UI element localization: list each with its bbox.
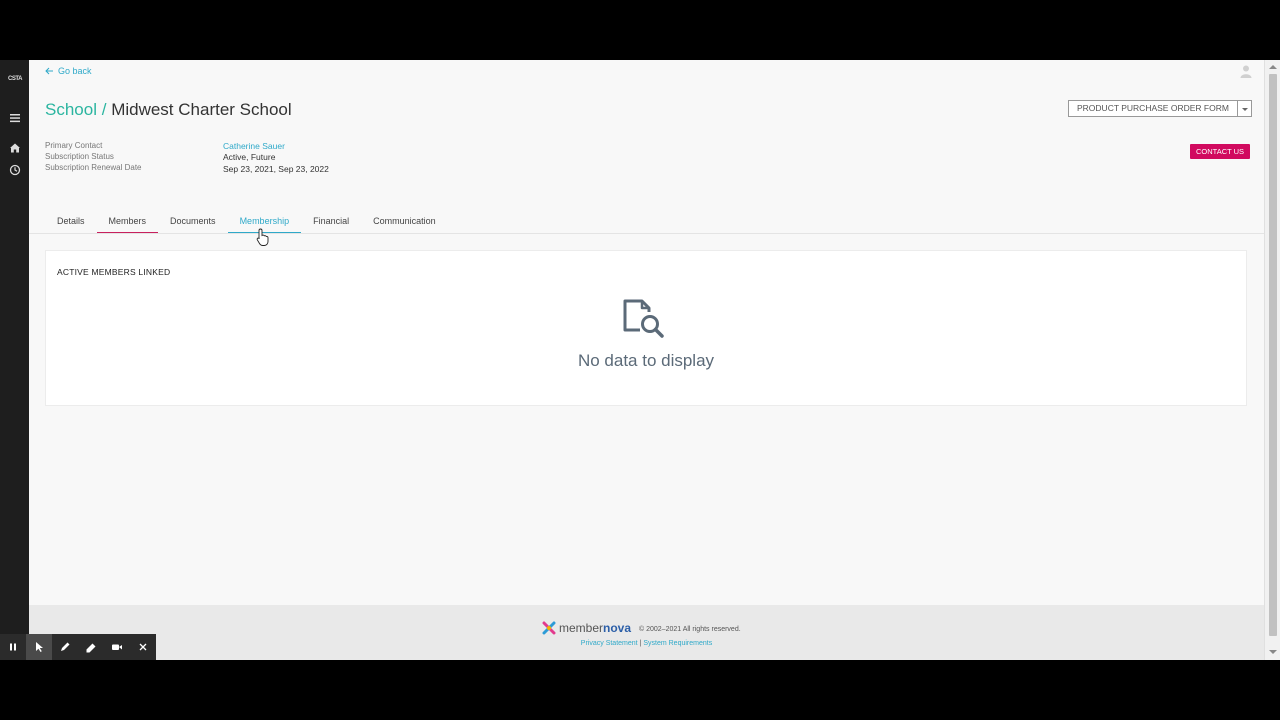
pointer-tool-button[interactable] [26, 634, 52, 660]
tab-bar: Details Members Documents Membership Fin… [45, 210, 448, 234]
left-rail: CSTA [0, 60, 29, 660]
order-form-split-button: PRODUCT PURCHASE ORDER FORM [1068, 100, 1252, 117]
scroll-thumb[interactable] [1269, 74, 1277, 636]
membernova-mark-icon [542, 621, 556, 635]
subscription-status-value: Active, Future [223, 152, 276, 162]
primary-contact-label: Primary Contact [45, 141, 103, 150]
breadcrumb-school[interactable]: School [45, 100, 97, 119]
subscription-status-label: Subscription Status [45, 152, 114, 161]
go-back-link[interactable]: Go back [45, 66, 92, 76]
tab-financial[interactable]: Financial [301, 210, 361, 234]
main-content: Go back School / Midwest Charter School … [29, 60, 1264, 660]
eraser-tool-button[interactable] [78, 634, 104, 660]
close-icon [139, 643, 147, 651]
tab-details[interactable]: Details [45, 210, 97, 234]
empty-state-message: No data to display [577, 351, 715, 370]
go-back-label: Go back [58, 66, 92, 76]
active-members-panel: ACTIVE MEMBERS LINKED No data to display [45, 250, 1247, 406]
clock-icon[interactable] [8, 163, 22, 177]
home-icon[interactable] [8, 141, 22, 155]
breadcrumb-separator: / [101, 100, 107, 119]
system-requirements-link[interactable]: System Requirements [643, 640, 712, 647]
footer-link-separator: | [639, 640, 642, 647]
footer-links: Privacy Statement | System Requirements [29, 640, 1264, 647]
chevron-down-icon[interactable] [1237, 100, 1252, 117]
webcam-button[interactable] [104, 634, 130, 660]
copyright-text: © 2002–2021 All rights reserved. [639, 626, 741, 633]
pointer-icon [36, 642, 43, 652]
scroll-up-arrow-icon[interactable] [1269, 65, 1277, 69]
pen-tool-button[interactable] [52, 634, 78, 660]
vertical-scrollbar[interactable] [1264, 60, 1280, 660]
tab-members[interactable]: Members [96, 210, 159, 234]
product-purchase-order-form-button[interactable]: PRODUCT PURCHASE ORDER FORM [1068, 100, 1238, 117]
brand-suffix: nova [603, 621, 632, 635]
rail-logo[interactable]: CSTA [6, 75, 24, 83]
brand-prefix: member [559, 621, 604, 635]
panel-title: ACTIVE MEMBERS LINKED [57, 267, 171, 277]
renewal-date-value: Sep 23, 2021, Sep 23, 2022 [223, 164, 329, 174]
contact-us-button[interactable]: CONTACT US [1190, 144, 1251, 159]
school-name: Midwest Charter School [111, 100, 292, 119]
app-window: CSTA Go back School / Midwest Charter Sc… [0, 60, 1280, 660]
primary-contact-link[interactable]: Catherine Sauer [223, 141, 285, 151]
tabs-divider [29, 233, 1264, 234]
arrow-left-icon [45, 67, 53, 75]
pause-button[interactable] [0, 634, 26, 660]
hand-cursor-icon [256, 228, 269, 246]
menu-icon[interactable] [8, 111, 22, 125]
video-camera-icon [112, 644, 122, 650]
renewal-date-label: Subscription Renewal Date [45, 163, 142, 172]
user-avatar-icon[interactable] [1239, 64, 1253, 78]
recording-toolbar [0, 634, 156, 660]
page-title: School / Midwest Charter School [45, 100, 292, 120]
document-search-icon [623, 299, 664, 338]
eraser-icon [86, 643, 96, 653]
membernova-wordmark: membernova [559, 621, 631, 635]
tab-documents[interactable]: Documents [158, 210, 228, 234]
membernova-logo[interactable]: membernova [542, 621, 631, 635]
privacy-statement-link[interactable]: Privacy Statement [581, 640, 638, 647]
footer: membernova © 2002–2021 All rights reserv… [29, 605, 1264, 660]
pen-icon [61, 642, 70, 651]
pause-icon [10, 643, 16, 651]
scroll-down-arrow-icon[interactable] [1269, 650, 1277, 654]
tab-communication[interactable]: Communication [361, 210, 448, 234]
close-toolbar-button[interactable] [130, 634, 156, 660]
